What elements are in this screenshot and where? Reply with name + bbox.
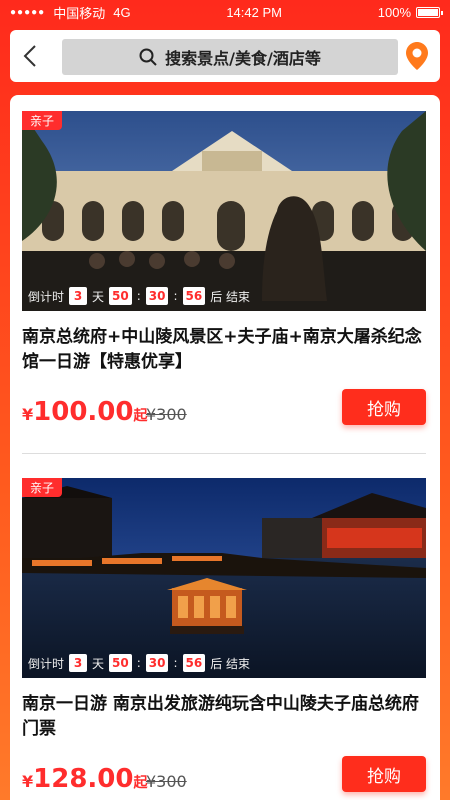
location-button[interactable] (406, 42, 428, 74)
back-icon (23, 45, 36, 67)
countdown-separator: : (173, 656, 178, 670)
back-button[interactable] (10, 30, 50, 82)
countdown: 倒计时 3 天 50 : 30 : 56 后 结束 (28, 654, 250, 672)
countdown-hours: 50 (109, 654, 132, 672)
currency-symbol: ¥ (22, 772, 34, 791)
product-photo[interactable]: 亲子 倒计时 3 天 50 : 30 : 56 后 结束 (22, 478, 426, 678)
countdown-days: 3 (69, 654, 88, 672)
countdown-end-label: 后 结束 (210, 656, 251, 671)
clock: 14:42 PM (226, 4, 282, 20)
product-list: 亲子 倒计时 3 天 50 : 30 : 56 后 结束 南京总统府+中山陵风景… (10, 95, 440, 800)
buy-button[interactable]: 抢购 (342, 389, 426, 425)
product-card[interactable]: 亲子 倒计时 3 天 50 : 30 : 56 后 结束 南京一日游 南京出发旅… (22, 478, 426, 800)
network-label: 4G (113, 4, 131, 20)
presidential-palace-photo (22, 111, 426, 311)
sale-price: ¥100.00起 (22, 397, 147, 427)
price-row: ¥100.00起 ¥300 抢购 (22, 389, 426, 437)
search-bar[interactable]: 搜索景点/美食/酒店等 (62, 39, 398, 75)
product-card[interactable]: 亲子 倒计时 3 天 50 : 30 : 56 后 结束 南京总统府+中山陵风景… (22, 111, 426, 437)
battery-icon (416, 6, 443, 18)
top-bar: 搜索景点/美食/酒店等 (10, 30, 440, 82)
countdown-label: 倒计时 (28, 656, 65, 671)
countdown-separator: : (136, 656, 141, 670)
category-tag: 亲子 (22, 111, 63, 130)
countdown-seconds: 56 (182, 654, 206, 672)
search-placeholder: 搜索景点/美食/酒店等 (165, 49, 321, 68)
battery-percent: 100% (377, 4, 411, 20)
price-value: 128.00 (33, 764, 134, 794)
signal-dots-icon: ●●●●● (10, 6, 46, 18)
countdown-separator: : (173, 289, 178, 303)
product-title[interactable]: 南京总统府+中山陵风景区+夫子庙+南京大屠杀纪念馆一日游【特惠优享】 (22, 325, 426, 375)
countdown: 倒计时 3 天 50 : 30 : 56 后 结束 (28, 287, 250, 305)
countdown-label: 倒计时 (28, 289, 65, 304)
product-photo[interactable]: 亲子 倒计时 3 天 50 : 30 : 56 后 结束 (22, 111, 426, 311)
countdown-day-unit: 天 (92, 656, 105, 671)
countdown-hours: 50 (109, 287, 132, 305)
location-pin-icon (406, 42, 428, 70)
product-title[interactable]: 南京一日游 南京出发旅游纯玩含中山陵夫子庙总统府门票 (22, 692, 426, 742)
original-price: ¥300 (146, 772, 187, 791)
countdown-minutes: 30 (145, 654, 169, 672)
currency-symbol: ¥ (22, 405, 34, 424)
countdown-separator: : (136, 289, 141, 303)
category-tag: 亲子 (22, 478, 63, 497)
countdown-seconds: 56 (182, 287, 206, 305)
countdown-days: 3 (69, 287, 88, 305)
countdown-day-unit: 天 (92, 289, 105, 304)
buy-button[interactable]: 抢购 (342, 756, 426, 792)
sale-price: ¥128.00起 (22, 764, 147, 794)
price-row: ¥128.00起 ¥300 抢购 (22, 756, 426, 800)
qinhuai-river-night-photo (22, 478, 426, 678)
countdown-end-label: 后 结束 (210, 289, 251, 304)
original-price: ¥300 (146, 405, 187, 424)
divider (22, 453, 426, 454)
countdown-minutes: 30 (145, 287, 169, 305)
price-value: 100.00 (33, 397, 134, 427)
carrier-label: 中国移动 (53, 5, 106, 21)
search-icon (139, 48, 157, 66)
status-bar: ●●●●● 中国移动 4G 14:42 PM 100% (0, 0, 450, 24)
